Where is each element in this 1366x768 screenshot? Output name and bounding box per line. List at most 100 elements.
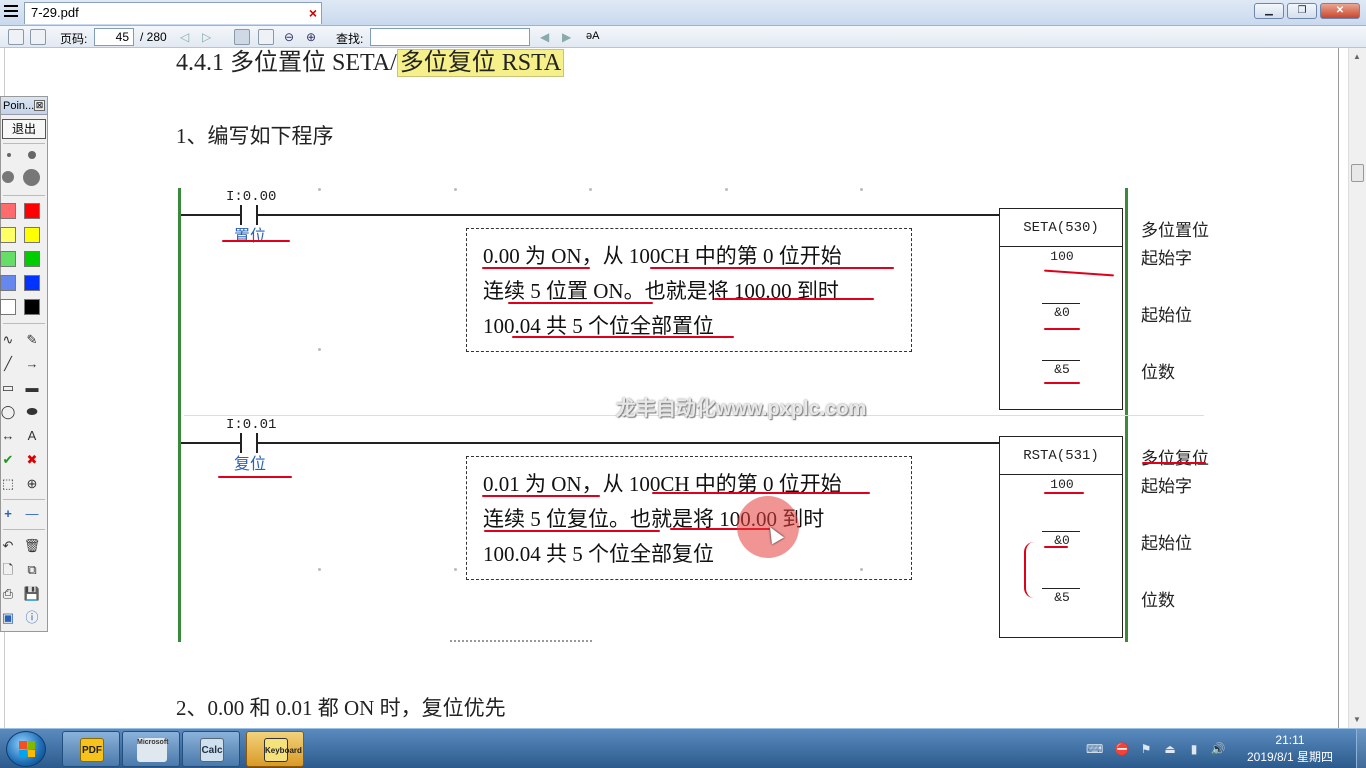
flag-tray-icon[interactable]: ⚑	[1138, 741, 1154, 757]
grid-dot	[860, 188, 863, 191]
color-swatch-black[interactable]	[24, 299, 40, 315]
taskbar-pdf-reader[interactable]: PDF	[62, 731, 120, 767]
scroll-up-icon[interactable]: ▲	[1353, 52, 1361, 61]
rung-1-wire	[181, 214, 999, 216]
stop-tray-icon[interactable]: ⛔	[1114, 741, 1130, 757]
brush-xlarge-icon[interactable]	[23, 169, 40, 186]
copy-icon[interactable]: ⧉	[23, 561, 41, 579]
brush-medium-icon[interactable]	[28, 151, 36, 159]
taskbar-microsoft-app[interactable]: Microsoft	[122, 731, 180, 767]
vertical-scrollbar[interactable]: ▲ ▼	[1348, 48, 1366, 728]
taskbar-keyboard-app[interactable]: Keyboard	[246, 731, 304, 767]
color-swatch-yellow[interactable]	[24, 227, 40, 243]
color-swatch-light-red[interactable]	[0, 203, 16, 219]
taskbar-calculator[interactable]: Calc	[182, 731, 240, 767]
restore-button[interactable]: ❐	[1287, 3, 1317, 19]
color-swatch-light-blue[interactable]	[0, 275, 16, 291]
find-input[interactable]	[370, 28, 530, 46]
pdf-app-icon: PDF	[80, 738, 104, 762]
annotation-underline	[482, 267, 590, 269]
rung-2-note: 0.01 为 ON，从 100CH 中的第 0 位开始 连续 5 位复位。也就是…	[466, 456, 912, 580]
back-arrow-icon[interactable]: ◁	[180, 30, 189, 44]
find-label: 查找:	[336, 32, 364, 46]
grid-dot	[318, 348, 321, 351]
volume-tray-icon[interactable]: 🔊	[1210, 741, 1226, 757]
menu-icon[interactable]	[4, 5, 18, 19]
annotation-underline	[482, 495, 600, 497]
color-swatch-light-green[interactable]	[0, 251, 16, 267]
rsta-function-block[interactable]: RSTA(531) 100 &0 &5	[999, 436, 1123, 638]
grid-dot	[454, 568, 457, 571]
clock[interactable]: 21:11 2019/8/1 星期四	[1240, 732, 1340, 766]
font-size-icon[interactable]: ǝA	[586, 30, 599, 42]
info-icon[interactable]: ⓘ	[23, 609, 41, 627]
check-icon[interactable]: ✔	[0, 451, 17, 469]
double-arrow-icon[interactable]: ↔	[0, 427, 17, 445]
keyboard-tray-icon[interactable]: ⌨	[1086, 741, 1103, 757]
pen-icon[interactable]: ✎	[23, 331, 41, 349]
palette-exit-button[interactable]: 退出	[2, 119, 46, 139]
show-desktop-button[interactable]	[1356, 729, 1366, 768]
seta-function-block[interactable]: SETA(530) 100 &0 &5	[999, 208, 1123, 410]
magnify-icon[interactable]: ⊕	[23, 475, 41, 493]
minimize-button[interactable]: ▁	[1254, 3, 1284, 19]
close-button[interactable]: ✕	[1320, 3, 1360, 19]
cross-icon[interactable]: ✖	[23, 451, 41, 469]
fit-width-icon[interactable]	[258, 29, 274, 45]
print-icon[interactable]: ⎙	[0, 585, 17, 603]
brush-small-icon[interactable]	[7, 153, 11, 157]
seta-param-count: &5	[1054, 362, 1070, 377]
page-number-input[interactable]: 45	[94, 28, 134, 46]
new-page-icon[interactable]: 🗋	[0, 561, 17, 579]
trash-icon[interactable]: 🗑	[23, 537, 41, 555]
rectangle-icon[interactable]: ▭	[0, 379, 17, 397]
text-icon[interactable]: A	[23, 427, 41, 445]
fit-page-icon[interactable]	[234, 29, 250, 45]
line-icon[interactable]: ╱	[0, 355, 17, 373]
scroll-down-icon[interactable]: ▼	[1353, 715, 1361, 724]
network-tray-icon[interactable]: ▮	[1186, 741, 1202, 757]
rung-2-note-line-3: 100.04 共 5 个位全部复位	[483, 542, 714, 566]
seta-param-start-bit: &0	[1054, 305, 1070, 320]
rung-1-note: 0.00 为 ON，从 100CH 中的第 0 位开始 连续 5 位置 ON。也…	[466, 228, 912, 352]
arrow-icon[interactable]: →	[23, 355, 41, 373]
scroll-thumb[interactable]	[1351, 164, 1364, 182]
rsta-param-start-word: 100	[1050, 477, 1074, 492]
grid-dot	[454, 188, 457, 191]
color-swatch-blue[interactable]	[24, 275, 40, 291]
select-region-icon[interactable]: ⬚	[0, 475, 17, 493]
find-next-icon[interactable]: ▶	[562, 30, 571, 44]
forward-arrow-icon[interactable]: ▷	[202, 30, 211, 44]
tab-close-icon[interactable]: ×	[309, 3, 317, 23]
color-swatch-white[interactable]	[0, 299, 16, 315]
zoom-in-icon[interactable]: ⊕	[306, 30, 316, 44]
find-prev-icon[interactable]: ◀	[540, 30, 549, 44]
open-file-icon[interactable]	[8, 29, 24, 45]
annotation-underline	[222, 240, 290, 242]
palette-close-icon[interactable]: ⊠	[34, 100, 45, 111]
ellipse-icon[interactable]: ◯	[0, 403, 17, 421]
filled-rectangle-icon[interactable]: ▬	[23, 379, 41, 397]
usb-tray-icon[interactable]: ⏏	[1162, 741, 1178, 757]
taskbar: PDF Microsoft Calc Keyboard ⌨ ⛔ ⚑ ⏏ ▮ 🔊 …	[0, 728, 1366, 768]
annotation-underline	[714, 298, 874, 300]
print-icon[interactable]	[30, 29, 46, 45]
seta-label-title: 多位置位	[1141, 221, 1209, 240]
document-tab[interactable]: 7-29.pdf ×	[24, 2, 322, 24]
save-icon[interactable]: 💾	[23, 585, 41, 603]
keyboard-app-icon: Keyboard	[264, 738, 302, 762]
start-button[interactable]	[6, 731, 46, 767]
plus-icon[interactable]: +	[0, 505, 17, 523]
color-swatch-red[interactable]	[24, 203, 40, 219]
grid-dot	[318, 568, 321, 571]
filled-ellipse-icon[interactable]: ⬬	[23, 403, 41, 421]
minus-icon[interactable]: —	[23, 505, 41, 523]
brush-large-icon[interactable]	[2, 171, 14, 183]
color-swatch-green[interactable]	[24, 251, 40, 267]
freehand-icon[interactable]: ∿	[0, 331, 17, 349]
zoom-out-icon[interactable]: ⊖	[284, 30, 294, 44]
color-swatch-light-yellow[interactable]	[0, 227, 16, 243]
heading-highlight: 多位复位 RSTA	[396, 49, 565, 77]
undo-icon[interactable]: ↶	[0, 537, 17, 555]
screen-icon[interactable]: ▣	[0, 609, 17, 627]
